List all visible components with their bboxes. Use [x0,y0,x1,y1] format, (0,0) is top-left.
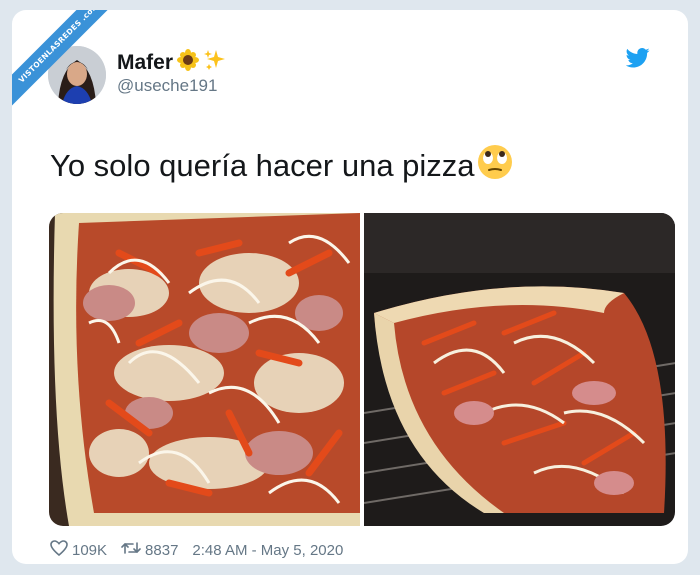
tweet-meta: 109K 8837 2:48 AM - May 5, 2020 [50,540,343,560]
tweet-text-row: Yo solo quería hacer una pizza [50,142,515,190]
tweet-media[interactable] [49,213,675,526]
twitter-bird-icon[interactable] [625,48,650,70]
watermark-ribbon: VISTOENLASREDES .com [12,10,122,111]
pizza-photo-left[interactable] [49,213,361,526]
heart-icon [50,540,68,560]
likes-group[interactable]: 109K [50,540,107,560]
pizza-photo-right[interactable] [363,213,675,526]
display-name-row: Mafer [117,48,227,77]
face-with-rolling-eyes-emoji-icon [475,142,515,190]
retweets-group[interactable]: 8837 [121,540,178,560]
sparkles-emoji-icon [203,48,227,77]
tweet-card: VISTOENLASREDES .com Mafer @useche191 Yo… [12,10,688,564]
watermark-clip: VISTOENLASREDES .com [12,10,122,120]
likes-count: 109K [72,541,108,559]
tweet-text: Yo solo quería hacer una pizza [50,148,475,183]
sunflower-emoji-icon [177,49,200,76]
display-name[interactable]: Mafer [117,51,173,75]
tweet-timestamp[interactable]: 2:48 AM - May 5, 2020 [192,542,343,559]
retweets-count: 8837 [145,541,179,559]
retweet-icon [121,540,141,560]
user-handle[interactable]: @useche191 [117,76,217,96]
